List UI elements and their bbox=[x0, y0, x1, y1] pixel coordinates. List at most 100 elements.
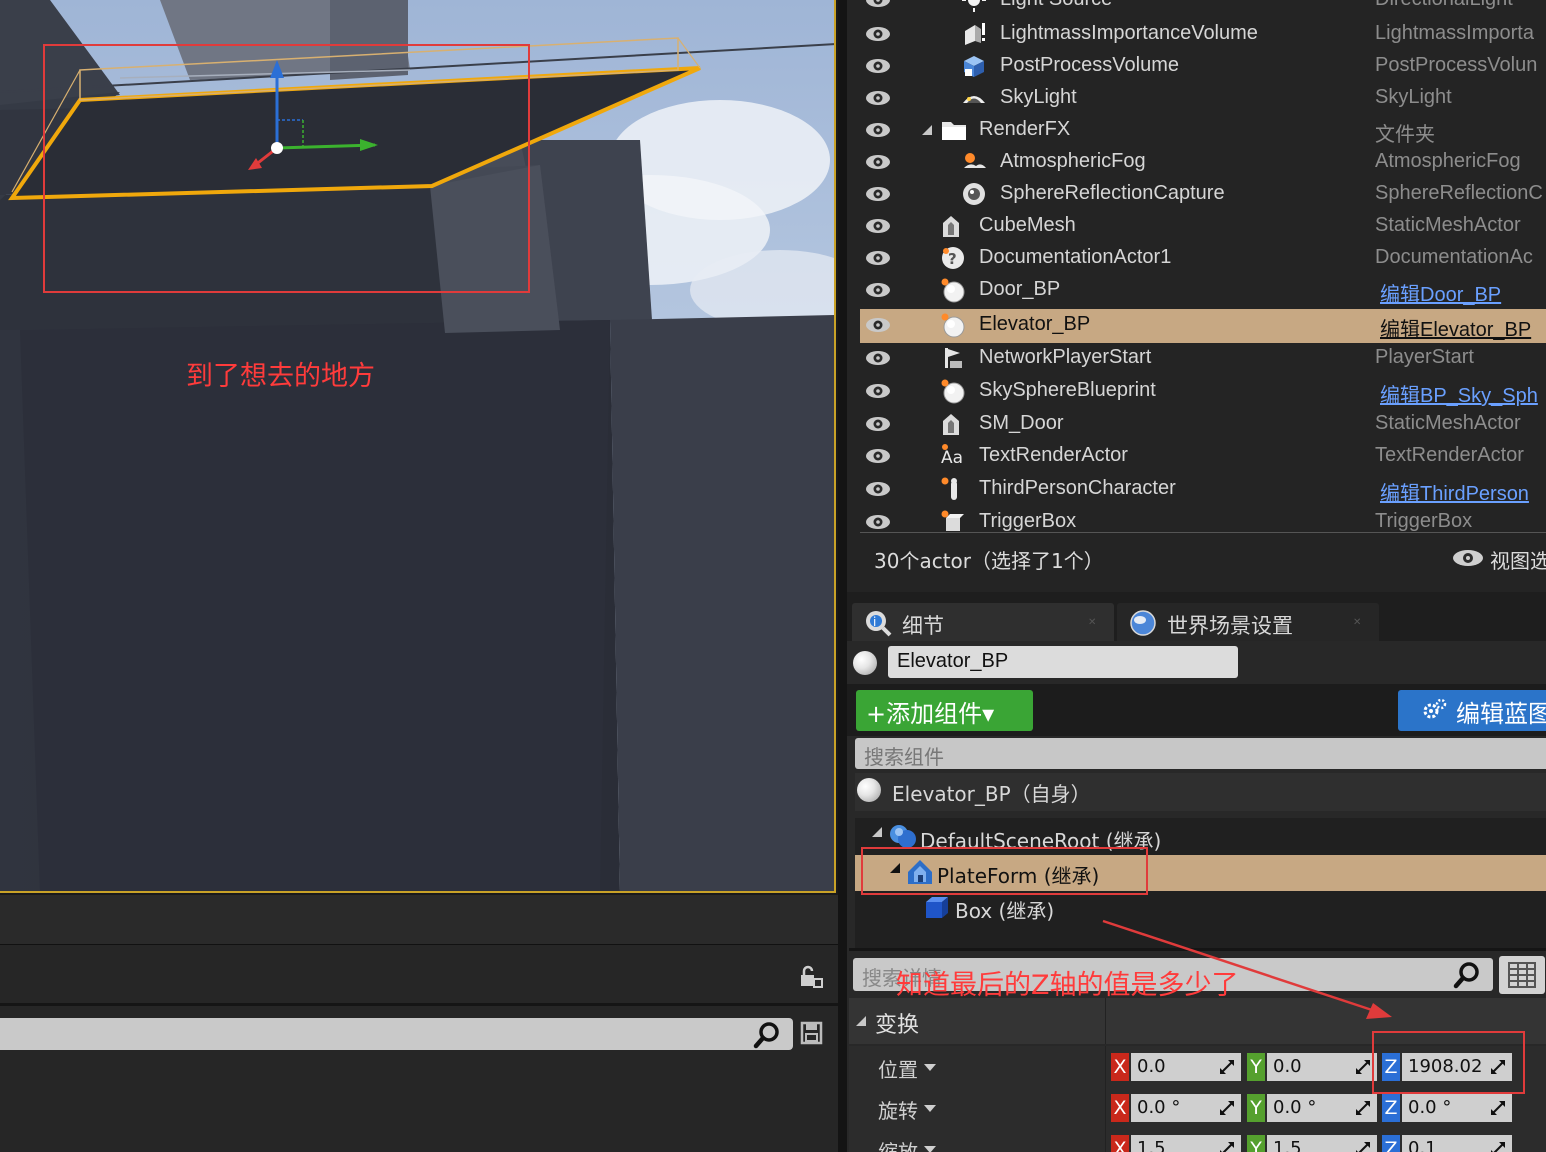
search-icon[interactable] bbox=[1452, 960, 1482, 990]
outliner-row[interactable]: Aa TextRenderActor TextRenderActor bbox=[860, 440, 1546, 472]
annotation-text-z-value: 知道最后的Z轴的值是多少了 bbox=[896, 970, 1239, 1001]
visibility-eye-icon[interactable] bbox=[865, 481, 891, 497]
drag-arrows-icon[interactable] bbox=[1219, 1141, 1235, 1152]
actor-name-field[interactable]: Elevator_BP bbox=[888, 646, 1238, 678]
transform-z-field[interactable]: 0.1 bbox=[1402, 1135, 1512, 1152]
tab-world-settings-label: 世界场景设置 bbox=[1167, 614, 1293, 638]
visibility-eye-icon[interactable] bbox=[865, 383, 891, 399]
chevron-down-icon[interactable] bbox=[924, 1064, 936, 1071]
drag-arrows-icon[interactable] bbox=[1219, 1059, 1235, 1075]
visibility-eye-icon[interactable] bbox=[865, 0, 891, 8]
outliner-row[interactable]: ThirdPersonCharacter 编辑ThirdPerson bbox=[860, 473, 1546, 505]
visibility-eye-icon[interactable] bbox=[865, 317, 891, 333]
tree-item-box[interactable]: Box (继承) bbox=[955, 895, 1054, 924]
transform-y-field[interactable]: 1.5 bbox=[1267, 1135, 1377, 1152]
outliner-row[interactable]: TriggerBox TriggerBox bbox=[860, 506, 1546, 538]
edit-blueprint-button[interactable]: 编辑蓝图 bbox=[1398, 690, 1546, 731]
drag-arrows-icon[interactable] bbox=[1219, 1100, 1235, 1116]
drag-arrows-icon[interactable] bbox=[1490, 1141, 1506, 1152]
transform-x-field[interactable]: 0.0 ° bbox=[1131, 1094, 1241, 1122]
outliner-row-name: SM_Door bbox=[979, 412, 1064, 434]
transform-section-label: 变换 bbox=[875, 1013, 920, 1038]
outliner-row[interactable]: AtmosphericFog AtmosphericFog bbox=[860, 146, 1546, 178]
save-icon[interactable] bbox=[800, 1020, 824, 1046]
drag-arrows-icon[interactable] bbox=[1355, 1059, 1371, 1075]
outliner-row-type: SkyLight bbox=[1375, 86, 1452, 108]
outliner-row[interactable]: NetworkPlayerStart PlayerStart bbox=[860, 342, 1546, 374]
add-component-button[interactable]: +添加组件▾ bbox=[856, 690, 1033, 731]
outliner-row-type: LightmassImporta bbox=[1375, 22, 1534, 44]
outliner-row[interactable]: ? DocumentationActor1 DocumentationAc bbox=[860, 242, 1546, 274]
outliner-row[interactable]: LightmassImportanceVolume LightmassImport… bbox=[860, 18, 1546, 50]
outliner-row[interactable]: PostProcessVolume PostProcessVolun bbox=[860, 50, 1546, 82]
drag-arrows-icon[interactable] bbox=[1355, 1100, 1371, 1116]
outliner-row-name: SkyLight bbox=[1000, 86, 1077, 108]
outliner-row-type: 文件夹 bbox=[1375, 124, 1435, 146]
outliner-row[interactable]: SphereReflectionCapture SphereReflectionC bbox=[860, 178, 1546, 210]
transform-x-field[interactable]: 0.0 bbox=[1131, 1053, 1241, 1081]
outliner-row[interactable]: SkyLight SkyLight bbox=[860, 82, 1546, 114]
close-icon[interactable]: ✕ bbox=[1088, 617, 1098, 628]
collapse-arrow-icon[interactable] bbox=[856, 1016, 866, 1026]
outliner-row[interactable]: SM_Door StaticMeshActor bbox=[860, 408, 1546, 440]
close-icon[interactable]: ✕ bbox=[1353, 617, 1363, 628]
edit-blueprint-link[interactable]: 编辑Door_BP bbox=[1380, 278, 1501, 307]
transform-y-value: 0.0 ° bbox=[1273, 1097, 1317, 1118]
tab-world-settings[interactable]: 世界场景设置 ✕ bbox=[1117, 603, 1379, 641]
visibility-eye-icon[interactable] bbox=[865, 58, 891, 74]
outliner-row[interactable]: Elevator_BP 编辑Elevator_BP bbox=[860, 309, 1546, 343]
transform-x-value: 0.0 ° bbox=[1137, 1097, 1181, 1118]
visibility-eye-icon[interactable] bbox=[865, 514, 891, 530]
visibility-eye-icon[interactable] bbox=[865, 90, 891, 106]
visibility-eye-icon[interactable] bbox=[865, 282, 891, 298]
transform-y-field[interactable]: 0.0 bbox=[1267, 1053, 1377, 1081]
drag-arrows-icon[interactable] bbox=[1355, 1141, 1371, 1152]
lock-icon[interactable] bbox=[798, 963, 824, 989]
drag-arrows-icon[interactable] bbox=[1490, 1100, 1506, 1116]
visibility-eye-icon[interactable] bbox=[865, 122, 891, 138]
chevron-down-icon[interactable] bbox=[924, 1105, 936, 1112]
transform-y-field[interactable]: 0.0 ° bbox=[1267, 1094, 1377, 1122]
outliner-row-name: Elevator_BP bbox=[979, 313, 1091, 335]
visibility-eye-icon[interactable] bbox=[865, 350, 891, 366]
transform-row-label[interactable]: 位置 bbox=[878, 1054, 918, 1083]
panel-splitter[interactable] bbox=[838, 0, 847, 1152]
outliner-row-type: AtmosphericFog bbox=[1375, 150, 1521, 172]
view-options-button[interactable]: 视图选 bbox=[1490, 545, 1546, 574]
level-viewport[interactable]: 到了想去的地方 bbox=[0, 0, 836, 893]
search-icon[interactable] bbox=[752, 1020, 782, 1050]
tab-details-label: 细节 bbox=[902, 614, 944, 638]
tab-details[interactable]: i 细节 ✕ bbox=[852, 603, 1114, 641]
axis-x-label: X bbox=[1111, 1094, 1129, 1122]
tree-expander-arrow[interactable] bbox=[872, 827, 882, 837]
atmospheric-fog-icon bbox=[961, 149, 987, 175]
edit-blueprint-link[interactable]: 编辑BP_Sky_Sph bbox=[1380, 379, 1538, 408]
transform-z-value: 0.1 bbox=[1408, 1138, 1437, 1152]
outliner-row[interactable]: Light Source DirectionalLight bbox=[860, 0, 1546, 16]
visibility-eye-icon[interactable] bbox=[865, 154, 891, 170]
outliner-row[interactable]: SkySphereBlueprint 编辑BP_Sky_Sph bbox=[860, 375, 1546, 407]
eye-icon[interactable] bbox=[1452, 549, 1484, 567]
outliner-row[interactable]: CubeMesh StaticMeshActor bbox=[860, 210, 1546, 242]
component-search-input[interactable]: 搜索组件 bbox=[855, 738, 1546, 769]
property-matrix-button[interactable] bbox=[1499, 956, 1545, 994]
visibility-eye-icon[interactable] bbox=[865, 448, 891, 464]
outliner-row[interactable]: RenderFX 文件夹 bbox=[860, 114, 1546, 146]
outliner-row-name: SkySphereBlueprint bbox=[979, 379, 1156, 401]
visibility-eye-icon[interactable] bbox=[865, 250, 891, 266]
content-search-input[interactable] bbox=[0, 1018, 793, 1050]
chevron-down-icon[interactable] bbox=[924, 1146, 936, 1152]
visibility-eye-icon[interactable] bbox=[865, 186, 891, 202]
edit-blueprint-link[interactable]: 编辑Elevator_BP bbox=[1380, 313, 1531, 342]
blueprint-ball-icon bbox=[940, 312, 966, 338]
transform-row-label[interactable]: 缩放 bbox=[878, 1136, 918, 1152]
outliner-row[interactable]: Door_BP 编辑Door_BP bbox=[860, 274, 1546, 306]
visibility-eye-icon[interactable] bbox=[865, 416, 891, 432]
transform-x-field[interactable]: 1.5 bbox=[1131, 1135, 1241, 1152]
visibility-eye-icon[interactable] bbox=[865, 26, 891, 42]
folder-expander-arrow[interactable] bbox=[922, 125, 932, 135]
visibility-eye-icon[interactable] bbox=[865, 218, 891, 234]
transform-z-field[interactable]: 0.0 ° bbox=[1402, 1094, 1512, 1122]
edit-blueprint-link[interactable]: 编辑ThirdPerson bbox=[1380, 477, 1529, 506]
transform-row-label[interactable]: 旋转 bbox=[878, 1095, 918, 1124]
